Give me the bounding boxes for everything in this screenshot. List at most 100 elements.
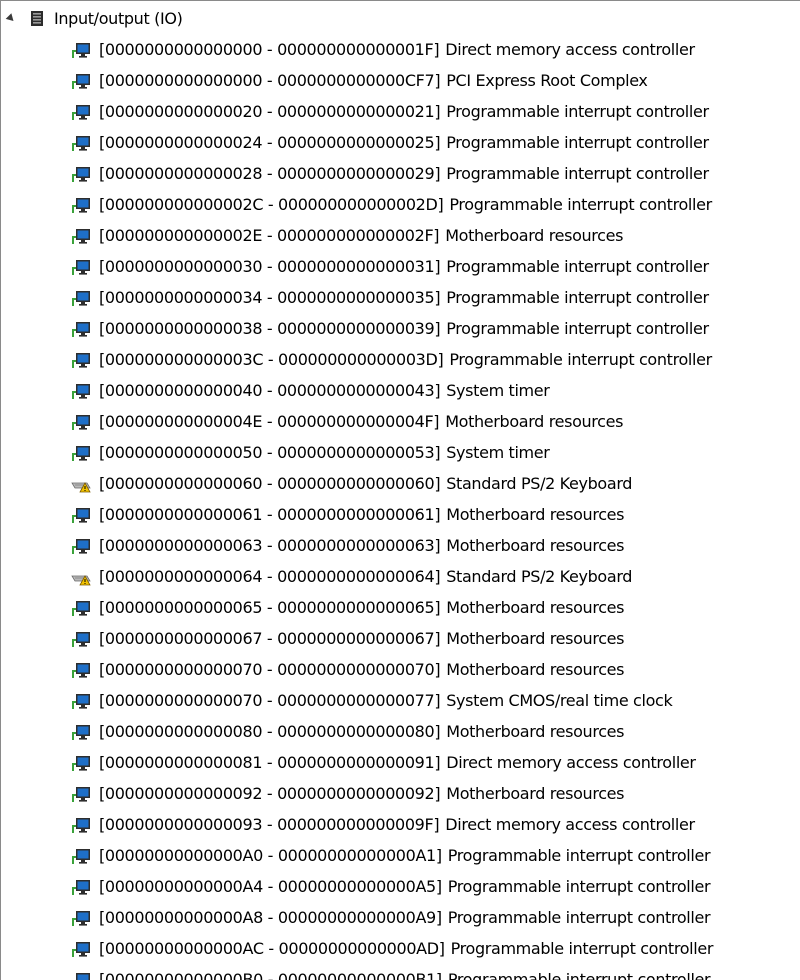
tree-item-text: [000000000000004E - 000000000000004F] Mot… <box>99 406 623 437</box>
io-range: [0000000000000040 - 0000000000000043] <box>99 381 441 400</box>
device-icon <box>72 105 90 120</box>
tree-item-text: [0000000000000065 - 0000000000000065] Mot… <box>99 592 625 623</box>
tree-root-label: Input/output (IO) <box>54 9 183 28</box>
io-range: [0000000000000093 - 000000000000009F] <box>99 815 440 834</box>
io-range: [000000000000004E - 000000000000004F] <box>99 412 440 431</box>
device-icon <box>72 725 90 740</box>
device-name: Motherboard resources <box>446 660 625 679</box>
device-icon <box>72 229 90 244</box>
keyboard-warning-icon <box>71 482 91 493</box>
device-name: Programmable interrupt controller <box>447 970 711 980</box>
io-range: [0000000000000030 - 0000000000000031] <box>99 257 441 276</box>
tree-item-text: [0000000000000030 - 0000000000000031] Pro… <box>99 251 709 282</box>
tree-item-text: [0000000000000038 - 0000000000000039] Pro… <box>99 313 709 344</box>
device-icon <box>72 911 90 926</box>
device-icon <box>72 291 90 306</box>
tree-item-text: [0000000000000034 - 0000000000000035] Pro… <box>99 282 709 313</box>
device-icon <box>72 260 90 275</box>
tree-item-text: [0000000000000000 - 000000000000001F] Dir… <box>99 34 695 65</box>
device-name: PCI Express Root Complex <box>446 71 648 90</box>
tree-item-text: [0000000000000080 - 0000000000000080] Mot… <box>99 716 625 747</box>
device-tree: Input/output (IO) [0000000000000000 - 00… <box>0 0 800 980</box>
collapse-arrow-icon[interactable] <box>5 13 17 24</box>
device-icon <box>72 198 90 213</box>
device-name: Programmable interrupt controller <box>447 877 711 896</box>
io-range: [0000000000000070 - 0000000000000077] <box>99 691 441 710</box>
device-name: Programmable interrupt controller <box>446 257 709 276</box>
io-range: [0000000000000020 - 0000000000000021] <box>99 102 441 121</box>
keyboard-warning-icon <box>71 575 91 586</box>
device-name: Programmable interrupt controller <box>447 908 711 927</box>
device-name: Standard PS/2 Keyboard <box>446 567 633 586</box>
tree-item-text: [0000000000000093 - 000000000000009F] Dir… <box>99 809 695 840</box>
tree-item-text: [0000000000000000 - 0000000000000CF7] PCI… <box>99 65 648 96</box>
device-icon <box>76 973 90 980</box>
tree-item-text: [0000000000000067 - 0000000000000067] Mot… <box>99 623 625 654</box>
tree-item-text: [000000000000002C - 000000000000002D] Pro… <box>99 189 712 220</box>
device-name: Direct memory access controller <box>445 40 695 59</box>
tree-item-text: [0000000000000024 - 0000000000000025] Pro… <box>99 127 709 158</box>
io-range: [00000000000000A8 - 00000000000000A9] <box>99 908 442 927</box>
io-range: [0000000000000081 - 0000000000000091] <box>99 753 441 772</box>
io-range: [00000000000000B0 - 00000000000000B1] <box>99 970 442 980</box>
io-range: [0000000000000028 - 0000000000000029] <box>99 164 441 183</box>
device-name: System CMOS/real time clock <box>446 691 673 710</box>
device-name: Programmable interrupt controller <box>449 350 712 369</box>
io-range: [0000000000000080 - 0000000000000080] <box>99 722 441 741</box>
io-range: [0000000000000070 - 0000000000000070] <box>99 660 441 679</box>
device-icon <box>72 322 90 337</box>
io-range: [0000000000000038 - 0000000000000039] <box>99 319 441 338</box>
io-range: [0000000000000065 - 0000000000000065] <box>99 598 441 617</box>
device-name: System timer <box>446 381 550 400</box>
io-range: [0000000000000063 - 0000000000000063] <box>99 536 441 555</box>
tree-item-text: [0000000000000070 - 0000000000000070] Mot… <box>99 654 625 685</box>
tree-item-text: [0000000000000028 - 0000000000000029] Pro… <box>99 158 709 189</box>
device-icon <box>72 663 90 678</box>
io-range: [000000000000002E - 000000000000002F] <box>99 226 440 245</box>
io-range: [0000000000000000 - 000000000000001F] <box>99 40 440 59</box>
device-name: Direct memory access controller <box>445 815 695 834</box>
tree-item-text: [00000000000000A8 - 00000000000000A9] Pro… <box>99 902 711 933</box>
tree-item-text: [00000000000000A0 - 00000000000000A1] Pro… <box>99 840 711 871</box>
tree-item-text: [0000000000000081 - 0000000000000091] Dir… <box>99 747 696 778</box>
device-icon <box>72 446 90 461</box>
tree-item-text: [0000000000000060 - 0000000000000060] Sta… <box>99 468 632 499</box>
device-name: System timer <box>446 443 550 462</box>
device-icon <box>72 508 90 523</box>
io-category-icon <box>31 11 43 26</box>
io-range: [0000000000000061 - 0000000000000061] <box>99 505 441 524</box>
device-icon <box>72 601 90 616</box>
tree-item-text: [0000000000000040 - 0000000000000043] Sys… <box>99 375 550 406</box>
device-icon <box>72 167 90 182</box>
device-name: Direct memory access controller <box>446 753 696 772</box>
device-icon <box>72 880 90 895</box>
tree-item-text: [0000000000000050 - 0000000000000053] Sys… <box>99 437 550 468</box>
device-name: Programmable interrupt controller <box>447 846 711 865</box>
device-icon <box>72 43 90 58</box>
tree-item-text: [0000000000000020 - 0000000000000021] Pro… <box>99 96 709 127</box>
device-name: Motherboard resources <box>445 412 624 431</box>
device-icon <box>72 415 90 430</box>
io-range: [00000000000000A0 - 00000000000000A1] <box>99 846 442 865</box>
io-range: [0000000000000067 - 0000000000000067] <box>99 629 441 648</box>
tree-item-text: [00000000000000AC - 00000000000000AD] Pro… <box>99 933 713 964</box>
device-name: Motherboard resources <box>446 722 625 741</box>
device-name: Motherboard resources <box>446 505 625 524</box>
io-range: [0000000000000000 - 0000000000000CF7] <box>99 71 441 90</box>
device-name: Programmable interrupt controller <box>446 164 709 183</box>
tree-item-text: [0000000000000092 - 0000000000000092] Mot… <box>99 778 625 809</box>
tree-item-text: [000000000000002E - 000000000000002F] Mot… <box>99 220 623 251</box>
device-name: Standard PS/2 Keyboard <box>446 474 633 493</box>
device-name: Programmable interrupt controller <box>450 939 714 958</box>
device-icon <box>72 694 90 709</box>
tree-item-text: [0000000000000064 - 0000000000000064] Sta… <box>99 561 632 592</box>
device-name: Motherboard resources <box>446 536 625 555</box>
device-icon <box>72 74 90 89</box>
tree-item-text: [00000000000000B0 - 00000000000000B1] Pro… <box>99 964 711 980</box>
io-range: [0000000000000060 - 0000000000000060] <box>99 474 441 493</box>
device-icon <box>72 818 90 833</box>
device-icon <box>72 787 90 802</box>
tree-item-text: [0000000000000061 - 0000000000000061] Mot… <box>99 499 625 530</box>
io-range: [000000000000003C - 000000000000003D] <box>99 350 444 369</box>
device-name: Motherboard resources <box>445 226 624 245</box>
